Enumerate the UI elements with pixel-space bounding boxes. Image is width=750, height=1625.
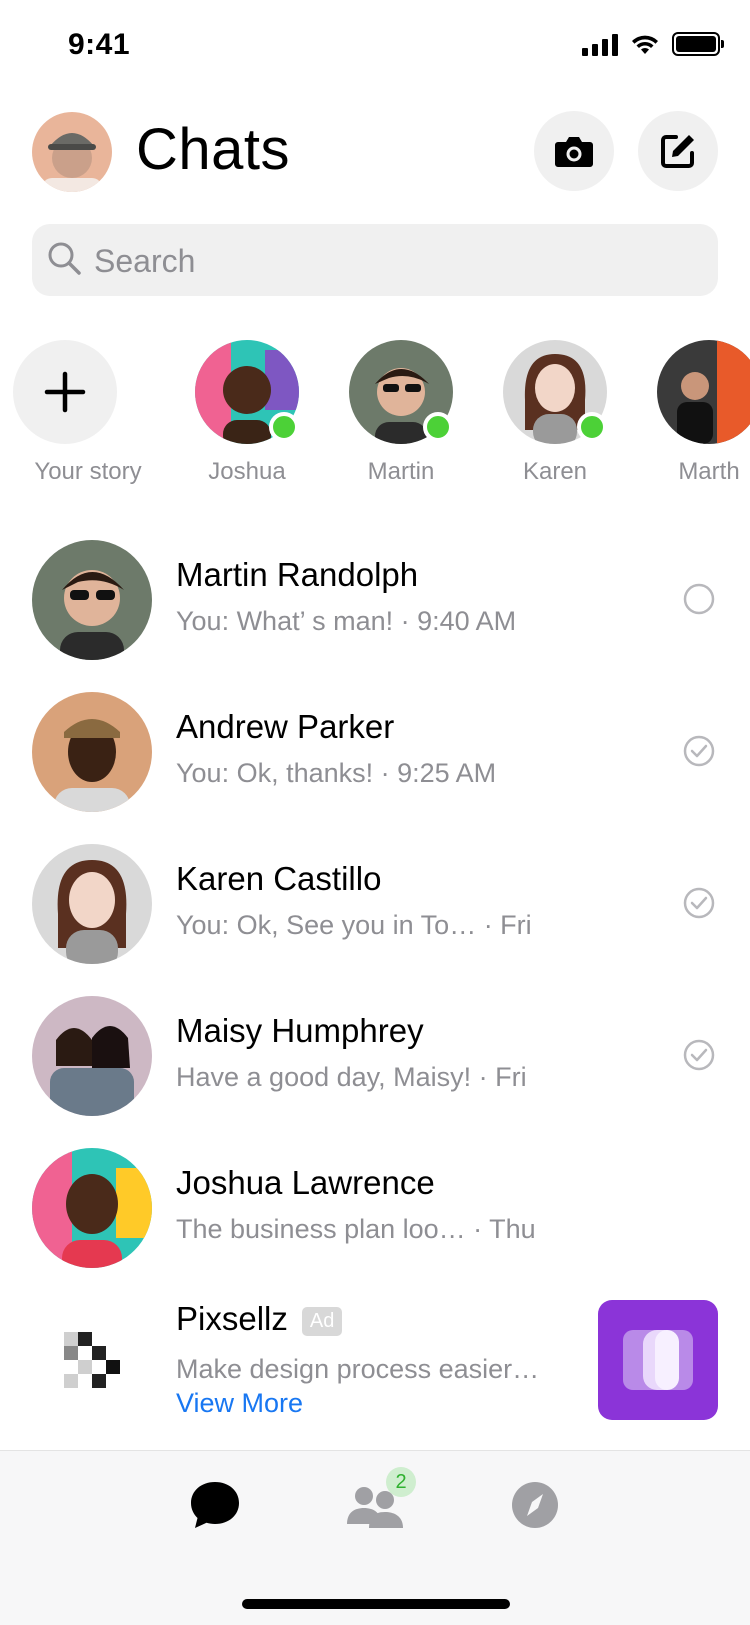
online-indicator: [577, 412, 607, 442]
ad-thumbnail[interactable]: [598, 1300, 718, 1420]
search-icon: [48, 242, 81, 275]
chat-item-andrew-parker[interactable]: Andrew Parker You: Ok, thanks! · 9:25 AM: [0, 686, 750, 816]
delivered-status-icon: [682, 886, 716, 925]
app-logo-icon: [623, 1330, 693, 1390]
story-marth[interactable]: Marth: [634, 340, 750, 486]
ad-badge: Ad: [301, 1306, 343, 1336]
new-message-button[interactable]: [638, 111, 718, 191]
chat-item-joshua-lawrence[interactable]: Joshua Lawrence The business plan loo… ·…: [0, 1142, 750, 1272]
avatar: [32, 996, 152, 1116]
delivered-status-icon: [682, 734, 716, 773]
camera-icon: [555, 137, 593, 167]
story-joshua[interactable]: Joshua: [172, 340, 322, 486]
online-indicator: [423, 412, 453, 442]
story-karen[interactable]: Karen: [480, 340, 630, 486]
delivered-status-icon: [682, 1038, 716, 1077]
story-your-story[interactable]: Your story: [13, 340, 163, 486]
wifi-icon: [632, 35, 658, 54]
stories-row: Your story Joshua Martin Karen Marth: [0, 340, 750, 500]
tab-people[interactable]: 2: [340, 1467, 416, 1535]
tab-chats[interactable]: [180, 1475, 250, 1535]
compose-icon: [661, 135, 694, 168]
profile-avatar[interactable]: [32, 112, 112, 192]
search-input[interactable]: [92, 224, 696, 298]
search-bar: [32, 224, 718, 298]
story-name: Martin: [367, 458, 435, 485]
chat-preview: The business plan loo… · Thu: [176, 1214, 536, 1244]
status-icons: [582, 32, 724, 56]
chat-item-karen-castillo[interactable]: Karen Castillo You: Ok, See you in To… ·…: [0, 838, 750, 968]
avatar: [32, 1148, 152, 1268]
chat-preview: You: What’ s man! · 9:40 AM: [176, 606, 517, 636]
battery-icon: [672, 32, 724, 56]
home-indicator: [242, 1599, 510, 1609]
avatar: [32, 844, 152, 964]
chat-preview: You: Ok, thanks! · 9:25 AM: [176, 758, 497, 788]
avatar: [657, 340, 750, 444]
ad-item-pixsellz[interactable]: Pixsellz Ad Make design process easier… V…: [0, 1300, 750, 1430]
tab-discover[interactable]: [500, 1475, 570, 1535]
ad-name: Pixsellz Ad: [176, 1300, 343, 1338]
avatar: [32, 540, 152, 660]
camera-button[interactable]: [534, 111, 614, 191]
cellular-signal-icon: [582, 32, 618, 56]
story-name: Marth: [678, 458, 740, 485]
chat-bubble-icon: [191, 1482, 239, 1528]
add-story-button[interactable]: [13, 340, 117, 444]
status-bar: 9:41: [0, 0, 750, 90]
status-time: 9:41: [68, 28, 131, 61]
ad-logo: [32, 1300, 152, 1420]
header: Chats: [0, 110, 750, 192]
chat-item-maisy-humphrey[interactable]: Maisy Humphrey Have a good day, Maisy! ·…: [0, 990, 750, 1120]
sent-status-icon: [682, 582, 716, 621]
ad-preview: Make design process easier…: [176, 1354, 540, 1384]
chat-name: Martin Randolph: [176, 556, 419, 593]
story-martin[interactable]: Martin: [326, 340, 476, 486]
story-name: Joshua: [208, 458, 286, 485]
chat-preview: You: Ok, See you in To… · Fri: [176, 910, 532, 940]
story-name: Your story: [34, 458, 142, 485]
ad-title: Pixsellz: [176, 1300, 288, 1337]
people-badge: 2: [386, 1467, 416, 1497]
story-name: Karen: [522, 458, 588, 485]
plus-icon: [44, 371, 86, 413]
chat-name: Karen Castillo: [176, 860, 382, 897]
chat-item-martin-randolph[interactable]: Martin Randolph You: What’ s man! · 9:40…: [0, 534, 750, 664]
compass-icon: [512, 1482, 558, 1528]
chat-name: Maisy Humphrey: [176, 1012, 424, 1049]
online-indicator: [269, 412, 299, 442]
chat-name: Joshua Lawrence: [176, 1164, 435, 1201]
tab-bar: 2: [0, 1450, 750, 1625]
chat-preview: Have a good day, Maisy! · Fri: [176, 1062, 527, 1092]
chat-name: Andrew Parker: [176, 708, 395, 745]
view-more-link[interactable]: View More: [176, 1388, 303, 1419]
page-title: Chats: [136, 117, 291, 182]
avatar: [32, 692, 152, 812]
